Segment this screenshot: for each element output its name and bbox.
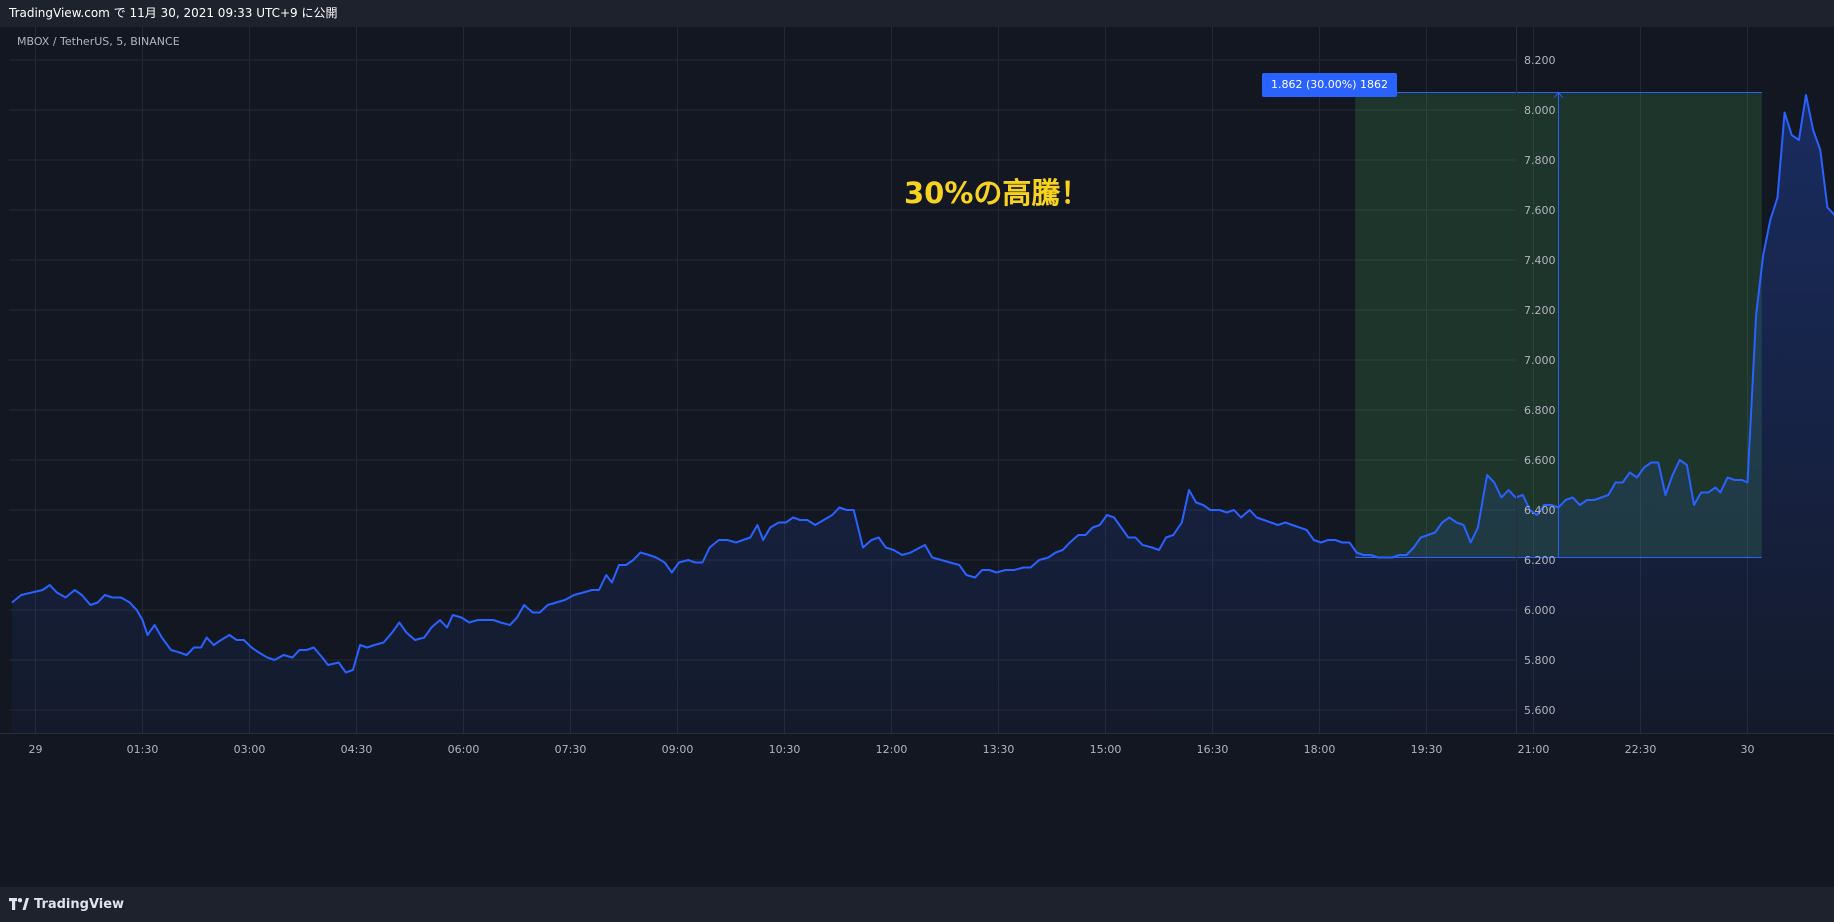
x-tick-label: 18:00 xyxy=(1304,743,1336,756)
annotation-text[interactable]: 30%の高騰！ xyxy=(904,170,1089,212)
published-header: TradingView.com で 11月 30, 2021 09:33 UTC… xyxy=(0,0,1834,27)
y-tick-label: 5.600 xyxy=(1524,704,1556,717)
y-tick-label: 7.200 xyxy=(1524,304,1556,317)
x-tick-label: 22:30 xyxy=(1625,743,1657,756)
x-tick-label: 10:30 xyxy=(769,743,801,756)
x-tick-label: 04:30 xyxy=(341,743,373,756)
x-tick-label: 21:00 xyxy=(1518,743,1550,756)
time-axis[interactable]: 29 01:30 03:00 04:30 06:00 07:30 09:00 10:30 12:… xyxy=(29,743,1755,756)
footer-bar xyxy=(0,887,1834,922)
y-tick-label: 7.000 xyxy=(1524,354,1556,367)
y-tick-label: 7.600 xyxy=(1524,204,1556,217)
tradingview-logo[interactable]: TradingView xyxy=(9,895,124,913)
y-tick-label: 5.800 xyxy=(1524,654,1556,667)
measure-label[interactable]: 1.862 (30.00%) 1862 xyxy=(1262,73,1398,97)
x-tick-label: 12:00 xyxy=(876,743,908,756)
y-tick-label: 7.400 xyxy=(1524,254,1556,267)
y-tick-label: 6.400 xyxy=(1524,504,1556,517)
x-tick-label: 06:00 xyxy=(448,743,480,756)
x-tick-label: 19:30 xyxy=(1411,743,1443,756)
x-tick-label: 16:30 xyxy=(1197,743,1229,756)
tradingview-logo-icon xyxy=(9,898,29,910)
x-tick-label: 07:30 xyxy=(555,743,587,756)
y-tick-label: 7.800 xyxy=(1524,154,1556,167)
x-tick-label: 01:30 xyxy=(127,743,159,756)
x-tick-label: 09:00 xyxy=(662,743,694,756)
x-tick-label: 03:00 xyxy=(234,743,266,756)
published-text: TradingView.com で 11月 30, 2021 09:33 UTC… xyxy=(9,6,338,20)
x-tick-label: 13:30 xyxy=(983,743,1015,756)
y-tick-label: 8.000 xyxy=(1524,104,1556,117)
y-tick-label: 6.200 xyxy=(1524,554,1556,567)
y-tick-label: 6.000 xyxy=(1524,604,1556,617)
tradingview-logo-text: TradingView xyxy=(34,896,125,912)
symbol-label: MBOX / TetherUS, 5, BINANCE xyxy=(17,35,180,48)
y-tick-label: 6.600 xyxy=(1524,454,1556,467)
x-tick-label: 30 xyxy=(1741,743,1755,756)
price-chart[interactable]: 8.200 8.000 7.800 7.600 7.400 7.200 7.000 6.800… xyxy=(0,27,1834,887)
x-tick-label: 15:00 xyxy=(1090,743,1122,756)
x-tick-label: 29 xyxy=(29,743,43,756)
y-tick-label: 6.800 xyxy=(1524,404,1556,417)
y-tick-label: 8.200 xyxy=(1524,54,1556,67)
